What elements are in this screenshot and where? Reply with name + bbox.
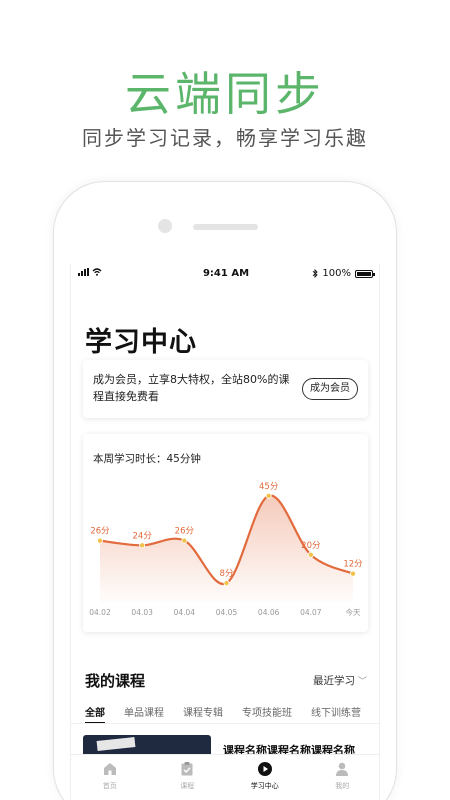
- clipboard-icon: [181, 762, 193, 776]
- speaker-slot: [193, 224, 258, 230]
- tabs-divider: [71, 723, 379, 724]
- chart-point: [139, 542, 146, 549]
- app-screen: 9:41 AM 100% 学习中心 成为会员，立享8大特权，全站80%的课程直接…: [70, 264, 380, 800]
- home-icon: [103, 763, 116, 775]
- camera-dot: [158, 219, 172, 233]
- my-courses-title: 我的课程: [85, 672, 146, 690]
- bottom-tab-bar: 首页 课程 学习中心 我的: [71, 754, 380, 800]
- thumbnail-graphic: [96, 737, 136, 751]
- battery-icon: [355, 269, 375, 278]
- status-bar: 9:41 AM 100%: [71, 264, 379, 284]
- tab-all[interactable]: 全部: [85, 704, 105, 724]
- user-icon: [336, 762, 349, 776]
- bluetooth-icon: [313, 269, 319, 278]
- tabbar-label-courses: 课程: [180, 782, 195, 790]
- chart-point: [181, 537, 188, 544]
- chart-point: [223, 580, 230, 587]
- chart-x-tick-label: 04.07: [300, 608, 322, 617]
- chart-data-label: 26分: [175, 527, 195, 537]
- chart-point: [96, 537, 103, 544]
- tabbar-item-home[interactable]: 首页: [71, 755, 149, 800]
- membership-text: 成为会员，立享8大特权，全站80%的课程直接免费看: [93, 373, 290, 403]
- chart-data-label: 26分: [90, 527, 110, 537]
- chart-data-label: 45分: [259, 482, 279, 492]
- battery-percent: 100%: [322, 268, 351, 279]
- sort-dropdown[interactable]: 最近学习 ﹀: [313, 673, 367, 688]
- tabbar-label-home: 首页: [102, 782, 117, 790]
- weekly-chart-card: 本周学习时长：45分钟 26分 04.02 24分 04.03 26分 04.04 8分 04…: [83, 434, 368, 632]
- play-circle-icon: [257, 762, 272, 776]
- tab-offline-camps[interactable]: 线下训练营: [311, 704, 361, 722]
- status-right: 100%: [312, 268, 375, 279]
- tab-single-courses[interactable]: 单品课程: [124, 704, 164, 722]
- chart-x-tick-label: 04.05: [216, 608, 238, 617]
- chart-x-tick-label: 04.06: [258, 608, 280, 617]
- promo-title: 云端同步: [125, 67, 325, 121]
- tabbar-label-me: 我的: [335, 782, 350, 790]
- membership-card: 成为会员，立享8大特权，全站80%的课程直接免费看 成为会员: [83, 360, 368, 418]
- chart-point: [349, 570, 356, 577]
- chart-point: [265, 492, 272, 499]
- tab-course-albums[interactable]: 课程专辑: [183, 704, 223, 722]
- tabbar-item-me[interactable]: 我的: [304, 755, 380, 800]
- chevron-down-icon: ﹀: [357, 677, 367, 687]
- chart-data-label: 8分: [220, 569, 234, 579]
- chart-x-tick-label: 04.02: [89, 608, 111, 617]
- chart-data-label: 24分: [133, 531, 153, 541]
- tabbar-label-study-center: 学习中心: [250, 782, 279, 790]
- promo-subtitle: 同步学习记录，畅享学习乐趣: [82, 126, 368, 150]
- tabbar-item-study-center[interactable]: 学习中心: [226, 755, 304, 800]
- chart-x-tick-label: 04.03: [131, 608, 153, 617]
- chart-x-tick-label: 今天: [346, 607, 361, 617]
- page-title: 学习中心: [85, 327, 197, 358]
- chart-data-label: 12分: [343, 560, 363, 570]
- sort-label: 最近学习: [312, 675, 355, 687]
- chart-data-label: 20分: [301, 541, 321, 551]
- tabbar-item-courses[interactable]: 课程: [149, 755, 227, 800]
- tab-skill-classes[interactable]: 专项技能班: [242, 704, 292, 722]
- chart-point: [307, 551, 314, 558]
- chart-x-tick-label: 04.04: [174, 608, 196, 617]
- become-member-button[interactable]: 成为会员: [302, 378, 358, 400]
- study-time-chart: 26分 04.02 24分 04.03 26分 04.04 8分 04.05 45分 04.06 2…: [89, 482, 363, 617]
